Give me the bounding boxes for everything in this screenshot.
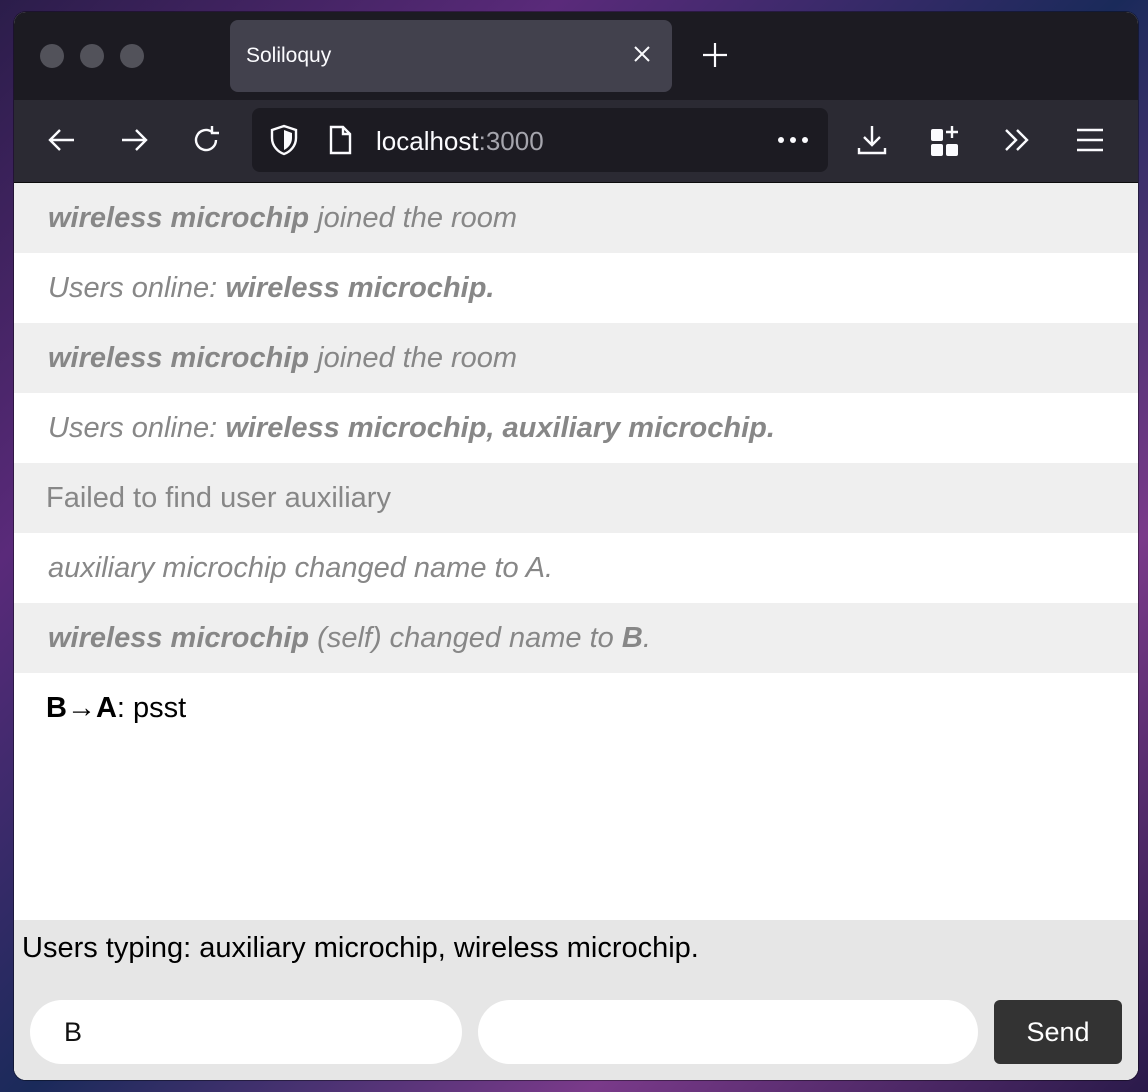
- message-text: (self) changed name to: [309, 622, 622, 654]
- message-text: joined the room: [309, 342, 518, 374]
- url-host: localhost: [376, 126, 479, 156]
- tab-bar: Soliloquy: [14, 12, 1138, 100]
- message-text: auxiliary microchip changed name to A.: [48, 552, 554, 584]
- message-end: .: [642, 622, 651, 654]
- message-user: wireless microchip: [48, 202, 310, 234]
- message-new-name: B: [621, 622, 643, 654]
- plus-icon[interactable]: [700, 40, 730, 70]
- url-bar[interactable]: localhost:3000: [252, 108, 828, 172]
- zoom-window-button[interactable]: [120, 44, 144, 68]
- message-row: wireless microchip joined the room: [14, 323, 1138, 393]
- close-icon[interactable]: [630, 42, 654, 66]
- send-button[interactable]: Send: [994, 1000, 1122, 1064]
- url-port: :3000: [478, 126, 544, 156]
- more-options-icon[interactable]: [776, 134, 810, 146]
- close-window-button[interactable]: [40, 44, 64, 68]
- extensions-icon[interactable]: [928, 122, 964, 158]
- page-icon[interactable]: [324, 124, 356, 156]
- overflow-chevrons-icon[interactable]: [1000, 122, 1036, 158]
- message-user: wireless microchip: [48, 622, 310, 654]
- browser-window: Soliloquy localhost:3000 wireless microc…: [14, 12, 1138, 1080]
- message-prefix: Users online:: [48, 412, 226, 444]
- tab-soliloquy[interactable]: Soliloquy: [230, 20, 672, 92]
- message-text: joined the room: [309, 202, 518, 234]
- minimize-window-button[interactable]: [80, 44, 104, 68]
- reload-icon[interactable]: [188, 122, 224, 158]
- chat-message-row: B→A: psst: [14, 673, 1138, 743]
- message-user: wireless microchip: [48, 342, 310, 374]
- typing-status: Users typing: auxiliary microchip, wirel…: [14, 920, 1138, 984]
- tab-title: Soliloquy: [246, 44, 332, 67]
- url-text: localhost:3000: [376, 126, 544, 157]
- chat-page: wireless microchip joined the room Users…: [14, 183, 1138, 1080]
- message-row: wireless microchip (self) changed name t…: [14, 603, 1138, 673]
- message-users: wireless microchip, auxiliary microchip.: [225, 412, 775, 444]
- message-prefix: Users online:: [48, 272, 226, 304]
- message-row: auxiliary microchip changed name to A.: [14, 533, 1138, 603]
- back-arrow-icon[interactable]: [44, 122, 80, 158]
- download-icon[interactable]: [854, 122, 890, 158]
- navigation-bar: localhost:3000: [14, 100, 1138, 183]
- message-text: Failed to find user auxiliary: [46, 482, 391, 514]
- message-list: wireless microchip joined the room Users…: [14, 183, 1138, 743]
- message-sender: B→A: [46, 692, 117, 724]
- shield-icon[interactable]: [266, 122, 302, 158]
- hamburger-menu-icon[interactable]: [1072, 122, 1108, 158]
- message-row: Users online: wireless microchip, auxili…: [14, 393, 1138, 463]
- message-text: psst: [133, 692, 187, 724]
- message-row: wireless microchip joined the room: [14, 183, 1138, 253]
- name-input[interactable]: B: [30, 1000, 462, 1064]
- message-row: Failed to find user auxiliary: [14, 463, 1138, 533]
- message-users: wireless microchip.: [225, 272, 495, 304]
- forward-arrow-icon[interactable]: [116, 122, 152, 158]
- chat-form: B Send: [14, 984, 1138, 1080]
- message-input[interactable]: [478, 1000, 978, 1064]
- message-separator: :: [116, 692, 134, 724]
- message-row: Users online: wireless microchip.: [14, 253, 1138, 323]
